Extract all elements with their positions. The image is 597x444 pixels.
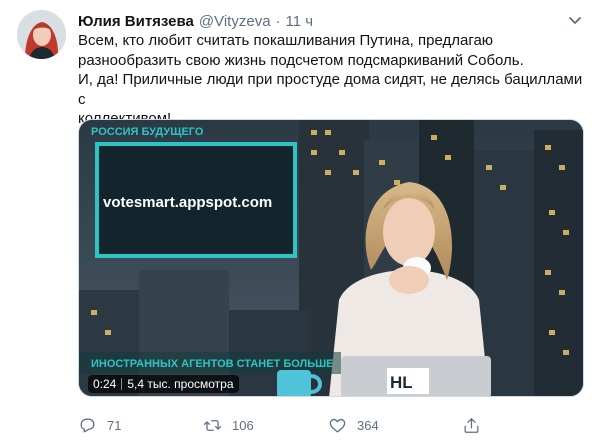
author-handle[interactable]: @Vityzeva [199,13,271,30]
share-icon [464,417,479,433]
tweet-time[interactable]: 11 ч [286,13,314,30]
video-duration: 0:24 [93,377,117,391]
reply-count: 71 [107,417,122,433]
tweet[interactable]: Юлия Витязева @Vityzeva · 11 ч Всем, кто… [0,0,597,444]
tweet-text-line: разнообразить свою жизнь подсчетом подсм… [78,51,524,69]
video-player[interactable]: РОССИЯ БУДУЩЕГО votesmart.appspot.com ИН… [78,119,584,397]
like-button[interactable]: 364 [328,413,379,437]
retweet-icon [203,419,222,431]
tweet-text-line: И, да! Приличные люди при простуде дома … [78,71,583,108]
video-frame: РОССИЯ БУДУЩЕГО votesmart.appspot.com ИН… [79,120,583,396]
retweet-count: 106 [232,417,254,433]
tweet-header: Юлия Витязева @Vityzeva · 11 ч [78,11,313,31]
channel-label: РОССИЯ БУДУЩЕГО [91,126,204,138]
tweet-actions: 71 106 364 [78,413,578,437]
lower-caption: ИНОСТРАННЫХ АГЕНТОВ СТАНЕТ БОЛЬШЕ [91,358,334,370]
more-options-button[interactable] [565,10,585,30]
video-info-badge: 0:24 5,4 тыс. просмотра [88,375,239,393]
avatar-image [17,10,66,59]
tweet-text: Всем, кто любит считать покашливания Пут… [78,31,588,129]
caret-down-icon [569,17,581,24]
share-button[interactable] [462,413,481,437]
like-count: 364 [357,417,379,433]
video-views: 5,4 тыс. просмотра [127,377,234,391]
author-name[interactable]: Юлия Витязева [78,13,194,30]
laptop-logo: HL [390,373,413,392]
badge-divider [121,378,123,390]
avatar[interactable] [17,10,66,59]
like-icon [329,418,346,432]
screen-url: votesmart.appspot.com [103,194,272,211]
tweet-text-line: Всем, кто любит считать покашливания Пут… [78,32,494,49]
reply-icon [80,418,95,432]
retweet-button[interactable]: 106 [203,413,254,437]
reply-button[interactable]: 71 [78,413,121,437]
separator-dot: · [275,12,281,30]
